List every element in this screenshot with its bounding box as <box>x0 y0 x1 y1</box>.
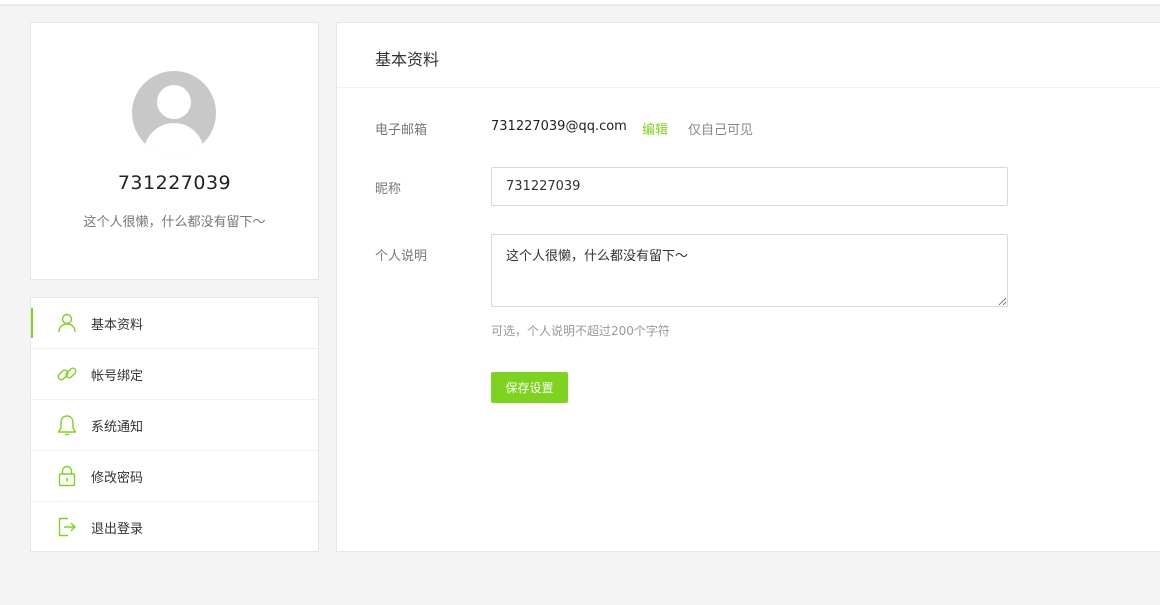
user-icon <box>58 313 76 333</box>
menu-item-label: 系统通知 <box>91 420 144 435</box>
bell-icon <box>57 415 77 436</box>
menu-item-label: 退出登录 <box>91 522 144 537</box>
description-hint: 可选，个人说明不超过200个字符 <box>491 324 670 338</box>
logout-icon <box>58 517 76 537</box>
profile-card: 731227039 这个人很懒，什么都没有留下～ <box>30 22 319 280</box>
title-divider <box>337 87 1160 88</box>
profile-bio: 这个人很懒，什么都没有留下～ <box>83 215 266 230</box>
email-value: 731227039@qq.com <box>491 119 627 134</box>
menu-item-label: 修改密码 <box>91 471 144 486</box>
link-icon <box>57 367 77 381</box>
main-panel: 基本资料 电子邮箱 731227039@qq.com 编辑 仅自己可见 昵称 个… <box>336 22 1160 552</box>
avatar-body-shape <box>144 123 204 155</box>
email-visibility-note: 仅自己可见 <box>688 123 754 138</box>
menu-item-basic-info[interactable]: 基本资料 <box>31 298 318 349</box>
nickname-label: 昵称 <box>375 182 402 197</box>
nickname-input[interactable] <box>491 167 1008 206</box>
save-settings-button[interactable]: 保存设置 <box>491 372 568 403</box>
side-menu: 基本资料 帐号绑定 系统通知 修改密码 退出登录 <box>30 297 319 552</box>
lock-icon <box>58 465 76 487</box>
description-textarea[interactable]: 这个人很懒，什么都没有留下～ <box>491 234 1008 307</box>
menu-item-label: 基本资料 <box>91 318 144 333</box>
menu-item-account-binding[interactable]: 帐号绑定 <box>31 349 318 400</box>
avatar-head-shape <box>157 85 191 119</box>
email-label: 电子邮箱 <box>375 123 428 138</box>
description-label: 个人说明 <box>375 249 428 264</box>
avatar <box>132 71 216 155</box>
top-bar <box>0 0 1160 4</box>
email-edit-link[interactable]: 编辑 <box>642 119 668 138</box>
menu-item-notifications[interactable]: 系统通知 <box>31 400 318 451</box>
profile-username: 731227039 <box>117 172 232 194</box>
menu-item-change-password[interactable]: 修改密码 <box>31 451 318 502</box>
page-title: 基本资料 <box>375 50 440 69</box>
menu-item-logout[interactable]: 退出登录 <box>31 502 318 552</box>
menu-item-label: 帐号绑定 <box>91 369 144 384</box>
